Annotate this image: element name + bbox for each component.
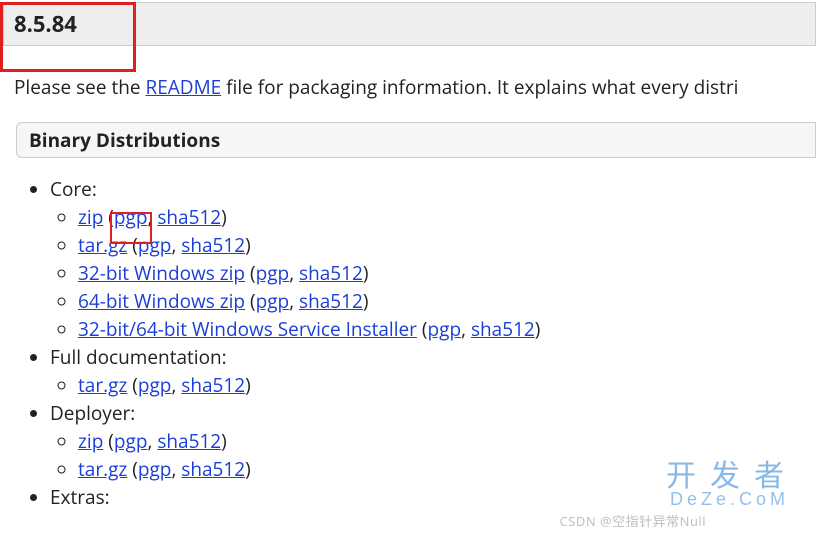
sha512-link[interactable]: sha512 [471, 316, 535, 342]
group-label: Extras: [50, 484, 110, 510]
version-text: 8.5.84 [14, 9, 77, 39]
sha512-link[interactable]: sha512 [181, 372, 245, 398]
sha512-link[interactable]: sha512 [299, 288, 363, 314]
group-items: tar.gz (pgp, sha512) [78, 372, 816, 398]
pgp-link[interactable]: pgp [138, 456, 172, 482]
readme-link[interactable]: README [145, 74, 221, 100]
sha512-link[interactable]: sha512 [181, 232, 245, 258]
list-item: tar.gz (pgp, sha512) [78, 456, 816, 482]
list-item: zip (pgp, sha512) [78, 428, 816, 454]
sha512-link[interactable]: sha512 [157, 204, 221, 230]
pgp-link[interactable]: pgp [256, 260, 290, 286]
group-label: Deployer: [50, 400, 135, 426]
pgp-link[interactable]: pgp [138, 232, 172, 258]
section-binary-distributions: Binary Distributions [16, 122, 816, 158]
pgp-link[interactable]: pgp [256, 288, 290, 314]
list-item: 32-bit Windows zip (pgp, sha512) [78, 260, 816, 286]
download-link[interactable]: tar.gz [78, 232, 127, 258]
intro-suffix: file for packaging information. It expla… [221, 74, 738, 100]
list-item: 32-bit/64-bit Windows Service Installer … [78, 316, 816, 342]
group-label: Core: [50, 176, 97, 202]
list-group: Full documentation:tar.gz (pgp, sha512) [50, 344, 816, 398]
download-link[interactable]: zip [78, 428, 103, 454]
download-link[interactable]: 64-bit Windows zip [78, 288, 245, 314]
distribution-list: Core:zip (pgp, sha512)tar.gz (pgp, sha51… [50, 176, 816, 510]
list-item: 64-bit Windows zip (pgp, sha512) [78, 288, 816, 314]
download-link[interactable]: 32-bit/64-bit Windows Service Installer [78, 316, 417, 342]
version-header: 8.5.84 [3, 2, 816, 46]
pgp-link[interactable]: pgp [114, 428, 148, 454]
list-group: Core:zip (pgp, sha512)tar.gz (pgp, sha51… [50, 176, 816, 342]
sha512-link[interactable]: sha512 [157, 428, 221, 454]
list-item: zip (pgp, sha512) [78, 204, 816, 230]
download-link[interactable]: tar.gz [78, 456, 127, 482]
watermark-csdn: CSDN @空指针异常Null [560, 511, 706, 530]
pgp-link[interactable]: pgp [428, 316, 462, 342]
intro-paragraph: Please see the README file for packaging… [0, 46, 816, 100]
pgp-link[interactable]: pgp [114, 204, 148, 230]
sha512-link[interactable]: sha512 [299, 260, 363, 286]
download-link[interactable]: 32-bit Windows zip [78, 260, 245, 286]
section-title-text: Binary Distributions [29, 127, 220, 153]
download-link[interactable]: tar.gz [78, 372, 127, 398]
list-group: Deployer:zip (pgp, sha512)tar.gz (pgp, s… [50, 400, 816, 482]
download-link[interactable]: zip [78, 204, 103, 230]
list-item: tar.gz (pgp, sha512) [78, 372, 816, 398]
sha512-link[interactable]: sha512 [181, 456, 245, 482]
pgp-link[interactable]: pgp [138, 372, 172, 398]
group-items: zip (pgp, sha512)tar.gz (pgp, sha512) [78, 428, 816, 482]
intro-prefix: Please see the [14, 74, 145, 100]
group-items: zip (pgp, sha512)tar.gz (pgp, sha512)32-… [78, 204, 816, 342]
group-label: Full documentation: [50, 344, 227, 370]
list-group: Extras: [50, 484, 816, 510]
list-item: tar.gz (pgp, sha512) [78, 232, 816, 258]
